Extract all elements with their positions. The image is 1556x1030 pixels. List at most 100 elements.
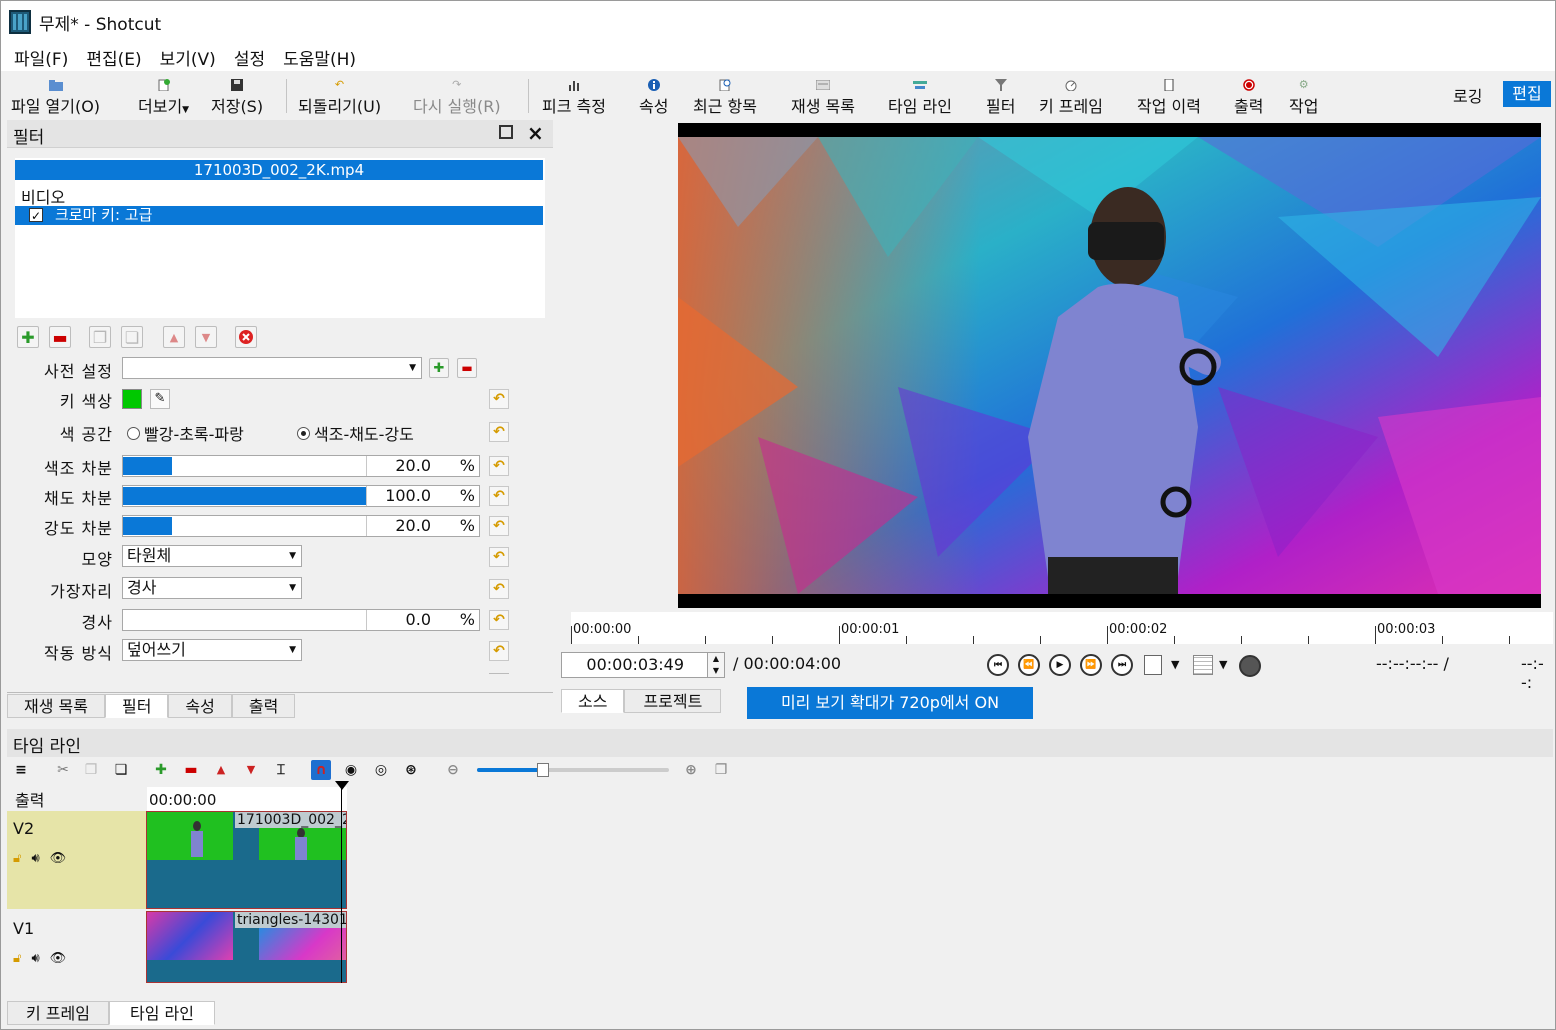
menu-edit[interactable]: 편집(E)	[86, 45, 141, 70]
color-space-hsv-radio[interactable]: 색조-채도-강도	[297, 421, 414, 445]
lift-icon[interactable]: ▲	[211, 760, 231, 780]
keyframes-button[interactable]: 키 프레임	[1039, 75, 1103, 117]
reset-intensity-delta-button[interactable]: ↶	[489, 516, 509, 536]
shape-combobox[interactable]: 타원체 ▼	[122, 545, 302, 567]
reset-key-color-button[interactable]: ↶	[489, 389, 509, 409]
menu-settings[interactable]: 설정	[234, 45, 265, 70]
lock-icon[interactable]: 🔓︎	[13, 851, 21, 866]
ripple-all-icon[interactable]: ⊛	[401, 760, 421, 780]
history-button[interactable]: 작업 이력	[1137, 75, 1201, 117]
intensity-delta-slider[interactable]: 20.0 %	[122, 515, 480, 537]
video-preview[interactable]	[678, 123, 1541, 608]
timeline-clip-v1[interactable]: triangles-1430105	[146, 911, 347, 983]
tab-timeline[interactable]: 타임 라인	[108, 1001, 215, 1025]
timeline-ruler[interactable]: 00:00:00	[147, 787, 347, 811]
lock-icon[interactable]: 🔓︎	[13, 951, 21, 966]
hue-delta-value[interactable]: 20.0	[395, 456, 431, 476]
reset-slope-button[interactable]: ↶	[489, 610, 509, 630]
append-icon[interactable]: ✚	[151, 760, 171, 780]
copy-filter-button[interactable]: ❐	[89, 326, 111, 348]
menu-view[interactable]: 보기(V)	[160, 45, 216, 70]
filters-button[interactable]: 필터	[986, 75, 1015, 117]
eye-icon[interactable]: 👁︎	[50, 851, 67, 866]
paste-icon[interactable]: ❏	[111, 760, 131, 780]
close-icon[interactable]: ×	[527, 121, 544, 145]
current-timecode-field[interactable]: 00:00:03:49	[561, 652, 709, 678]
grid-button[interactable]	[1193, 655, 1213, 675]
cut-icon[interactable]: ✂	[53, 760, 73, 780]
remove-filter-button[interactable]: ▬	[49, 326, 71, 348]
jobs-button[interactable]: ⚙ 작업	[1289, 75, 1318, 117]
zoom-preview-button[interactable]	[1144, 655, 1162, 675]
fast-forward-button[interactable]: ⏩	[1080, 654, 1102, 676]
mute-icon[interactable]: 🔊︎	[31, 851, 39, 866]
timeline-menu-icon[interactable]: ≡	[11, 760, 31, 780]
recent-button[interactable]: 최근 항목	[693, 75, 757, 117]
saturation-delta-slider[interactable]: 100.0 %	[122, 485, 480, 507]
chevron-down-icon[interactable]: ▼	[1219, 658, 1227, 671]
skip-to-start-button[interactable]: ⏮	[987, 654, 1009, 676]
intensity-delta-value[interactable]: 20.0	[395, 516, 431, 536]
zoom-out-icon[interactable]: ⊖	[443, 760, 463, 780]
playhead-marker[interactable]	[335, 781, 349, 790]
editing-mode-button[interactable]: 편집	[1503, 81, 1551, 107]
properties-button[interactable]: 속성	[639, 75, 668, 117]
volume-button[interactable]	[1239, 655, 1261, 677]
timeline-zoom-slider[interactable]	[477, 763, 669, 777]
zoom-in-icon[interactable]: ⊕	[681, 760, 701, 780]
timeline-clip-v2[interactable]: 171003D_002_2K.mp4	[146, 811, 347, 909]
edge-combobox[interactable]: 경사 ▼	[122, 577, 302, 599]
preset-combobox[interactable]: ▼	[122, 357, 422, 379]
reset-operation-button[interactable]: ↶	[489, 641, 509, 661]
eye-icon[interactable]: 👁︎	[50, 951, 67, 966]
zoom-fit-icon[interactable]: ❐	[711, 760, 731, 780]
move-filter-up-button[interactable]: ▲	[163, 326, 185, 348]
open-file-button[interactable]: 파일 열기(O)	[11, 75, 100, 117]
reset-hue-delta-button[interactable]: ↶	[489, 456, 509, 476]
slope-slider[interactable]: 0.0 %	[122, 609, 480, 631]
tab-export[interactable]: 출력	[231, 694, 296, 718]
timecode-spinner[interactable]: ▲ ▼	[707, 652, 725, 678]
reset-color-space-button[interactable]: ↶	[489, 422, 509, 442]
tab-playlist[interactable]: 재생 목록	[7, 694, 105, 718]
saturation-delta-value[interactable]: 100.0	[385, 486, 431, 506]
operation-combobox[interactable]: 덮어쓰기 ▼	[122, 639, 302, 661]
track-header-v2[interactable]: V2 🔓︎ 🔊︎ 👁︎	[7, 811, 147, 909]
move-filter-down-button[interactable]: ▼	[195, 326, 217, 348]
mute-icon[interactable]: 🔊︎	[31, 951, 39, 966]
save-button[interactable]: 저장(S)	[211, 75, 263, 117]
zoom-slider-handle[interactable]	[537, 763, 549, 777]
hue-delta-slider[interactable]: 20.0 %	[122, 455, 480, 477]
snap-magnet-icon[interactable]: ∩	[311, 760, 331, 780]
export-button[interactable]: 출력	[1234, 75, 1263, 117]
tab-properties[interactable]: 속성	[168, 694, 232, 718]
tab-filters[interactable]: 필터	[104, 694, 169, 718]
timeline-button[interactable]: 타임 라인	[888, 75, 952, 117]
filter-list-item[interactable]: ✓ 크로마 키: 고급	[15, 206, 543, 225]
copy-icon[interactable]: ❐	[81, 760, 101, 780]
overwrite-icon[interactable]: ▼	[241, 760, 261, 780]
float-panel-icon[interactable]	[499, 125, 513, 139]
filter-enable-checkbox[interactable]: ✓	[29, 208, 43, 223]
peak-meter-button[interactable]: 피크 측정	[542, 75, 606, 117]
tab-source[interactable]: 소스	[561, 689, 625, 713]
redo-button[interactable]: ↷ 다시 실행(R)	[413, 75, 501, 117]
split-icon[interactable]: ⌶	[271, 760, 291, 780]
delete-preset-button[interactable]: ▬	[457, 358, 477, 378]
logging-mode-button[interactable]: 로깅	[1453, 83, 1482, 107]
reset-saturation-delta-button[interactable]: ↶	[489, 486, 509, 506]
menu-file[interactable]: 파일(F)	[14, 45, 68, 70]
open-more-button[interactable]: 더보기▼	[138, 75, 189, 117]
undo-button[interactable]: ↶ 되돌리기(U)	[298, 75, 381, 117]
slope-value[interactable]: 0.0	[406, 610, 431, 630]
eyedropper-button[interactable]: ✎	[150, 389, 170, 409]
ripple-delete-icon[interactable]: ▬	[181, 760, 201, 780]
reset-edge-button[interactable]: ↶	[489, 579, 509, 599]
track-header-v1[interactable]: V1 🔓︎ 🔊︎ 👁︎	[7, 911, 147, 1009]
playlist-button[interactable]: 재생 목록	[791, 75, 855, 117]
chevron-down-icon[interactable]: ▼	[1171, 658, 1179, 671]
tab-project[interactable]: 프로젝트	[624, 689, 722, 713]
menu-help[interactable]: 도움말(H)	[283, 45, 356, 70]
skip-to-end-button[interactable]: ⏭	[1111, 654, 1133, 676]
filter-list[interactable]: 171003D_002_2K.mp4 비디오 ✓ 크로마 키: 고급	[15, 158, 545, 318]
